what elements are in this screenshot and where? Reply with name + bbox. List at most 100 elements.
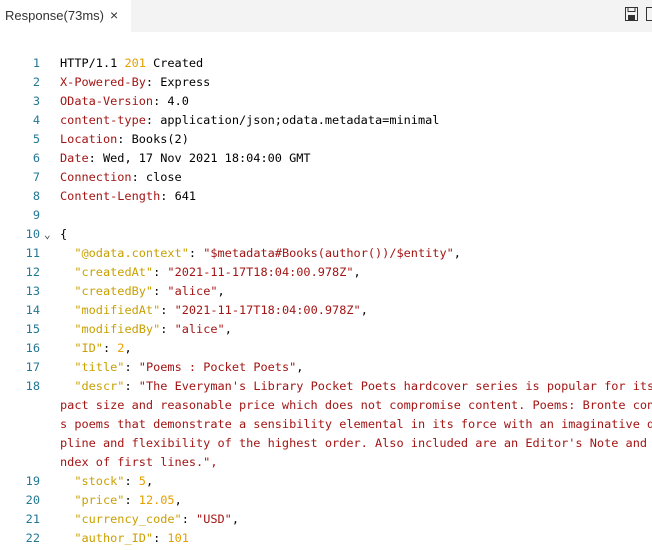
code-line: 5 Location: Books(2) [0,130,652,149]
json-colon: : [124,474,139,488]
line-number: 3 [32,94,40,108]
json-comma: , [174,493,182,507]
json-colon: : [160,322,175,336]
header-value: 641 [174,189,197,203]
header-colon: : [145,113,161,127]
header-line: content-type: application/json;odata.met… [60,111,439,130]
code-line: 16 "ID": 2, [0,339,652,358]
line-number: 7 [32,170,40,184]
header-name: Content-Length [60,189,161,203]
line-number: 16 [25,341,40,355]
close-icon[interactable]: × [110,7,118,23]
json-value: 5 [138,474,146,488]
json-value: "$metadata#Books(author())/$entity" [203,246,454,260]
code-line: 17 "title": "Poems : Pocket Poets", [0,358,652,377]
line-number: 19 [25,474,40,488]
json-comma: , [145,474,154,488]
json-value: 12.05 [138,493,175,507]
status-code: 201 [124,56,146,70]
json-field: "modifiedBy": "alice", [60,320,232,339]
wrapped-line: ndex of first lines.", [0,453,652,472]
json-field: "author_ID": 101 [60,529,189,548]
json-value-wrap: s poems that demonstrate a sensibility e… [60,417,652,431]
header-name: Date [60,151,89,165]
json-colon: : [153,531,168,545]
json-colon: : [124,360,139,374]
json-comma: , [360,303,368,317]
json-field: "ID": 2, [60,339,132,358]
json-key: "modifiedBy" [74,322,161,336]
line-number: 18 [25,379,40,393]
header-name: Connection [60,170,132,184]
line-number: 5 [32,132,40,146]
status-line: HTTP/1.1 201 Created [60,54,203,73]
header-colon: : [160,189,175,203]
code-line: 1 HTTP/1.1 201 Created [0,54,652,73]
json-colon: : [124,493,139,507]
header-name: Location [60,132,118,146]
json-value-wrap: ndex of first lines.", [60,455,218,469]
code-line: 13 "createdBy": "alice", [0,282,652,301]
code-line: 15 "modifiedBy": "alice", [0,320,652,339]
json-key: "createdAt" [74,265,154,279]
json-comma: , [231,512,240,526]
header-name: X-Powered-By [60,75,146,89]
code-line: 8 Content-Length: 641 [0,187,652,206]
json-field: "@odata.context": "$metadata#Books(autho… [60,244,461,263]
json-key: "stock" [74,474,125,488]
json-key: "author_ID" [74,531,154,545]
response-editor[interactable]: 1 HTTP/1.1 201 Created 2 X-Powered-By: Expr… [0,54,652,550]
json-field: "createdAt": "2021-11-17T18:04:00.978Z", [60,263,360,282]
json-key: "title" [74,360,125,374]
tab-response[interactable]: Response(73ms) × [0,0,131,32]
code-line: 10 ⌄ { [0,225,652,244]
json-key: "createdBy" [74,284,154,298]
header-name: OData-Version [60,94,154,108]
json-field: "price": 12.05, [60,491,182,510]
json-comma: , [124,341,132,355]
json-value-wrap: pact size and reasonable price which doe… [60,398,652,412]
http-protocol: HTTP/1.1 [60,56,125,70]
line-number: 8 [32,189,40,203]
fold-chevron-icon[interactable]: ⌄ [44,225,51,244]
header-colon: : [145,75,161,89]
header-line: Connection: close [60,168,182,187]
header-line: OData-Version: 4.0 [60,92,189,111]
line-number: 13 [25,284,40,298]
json-field: "modifiedAt": "2021-11-17T18:04:00.978Z"… [60,301,368,320]
line-number: 9 [32,208,40,222]
code-line: 22 "author_ID": 101 [0,529,652,548]
json-colon: : [188,246,204,260]
header-line: Content-Length: 641 [60,187,196,206]
json-key: "currency_code" [74,512,182,526]
split-editor-icon[interactable] [646,7,652,21]
json-colon: : [102,341,118,355]
line-number: 6 [32,151,40,165]
code-line: 18 "descr": "The Everyman's Library Pock… [0,377,652,396]
header-line: X-Powered-By: Express [60,73,210,92]
line-number: 22 [25,531,40,545]
json-key: "@odata.context" [74,246,189,260]
json-colon: : [181,512,197,526]
code-line: 3 OData-Version: 4.0 [0,92,652,111]
json-value: "alice" [174,322,225,336]
json-value: "2021-11-17T18:04:00.978Z" [174,303,361,317]
header-value: Books(2) [131,132,189,146]
line-number: 12 [25,265,40,279]
json-value: "2021-11-17T18:04:00.978Z" [167,265,354,279]
line-number: 15 [25,322,40,336]
header-value: 4.0 [167,94,189,108]
header-line: Location: Books(2) [60,130,189,149]
json-colon: : [160,303,175,317]
code-line: 6 Date: Wed, 17 Nov 2021 18:04:00 GMT [0,149,652,168]
json-comma: , [217,284,225,298]
save-icon[interactable] [625,7,638,21]
tab-title: Response(73ms) [5,8,104,23]
